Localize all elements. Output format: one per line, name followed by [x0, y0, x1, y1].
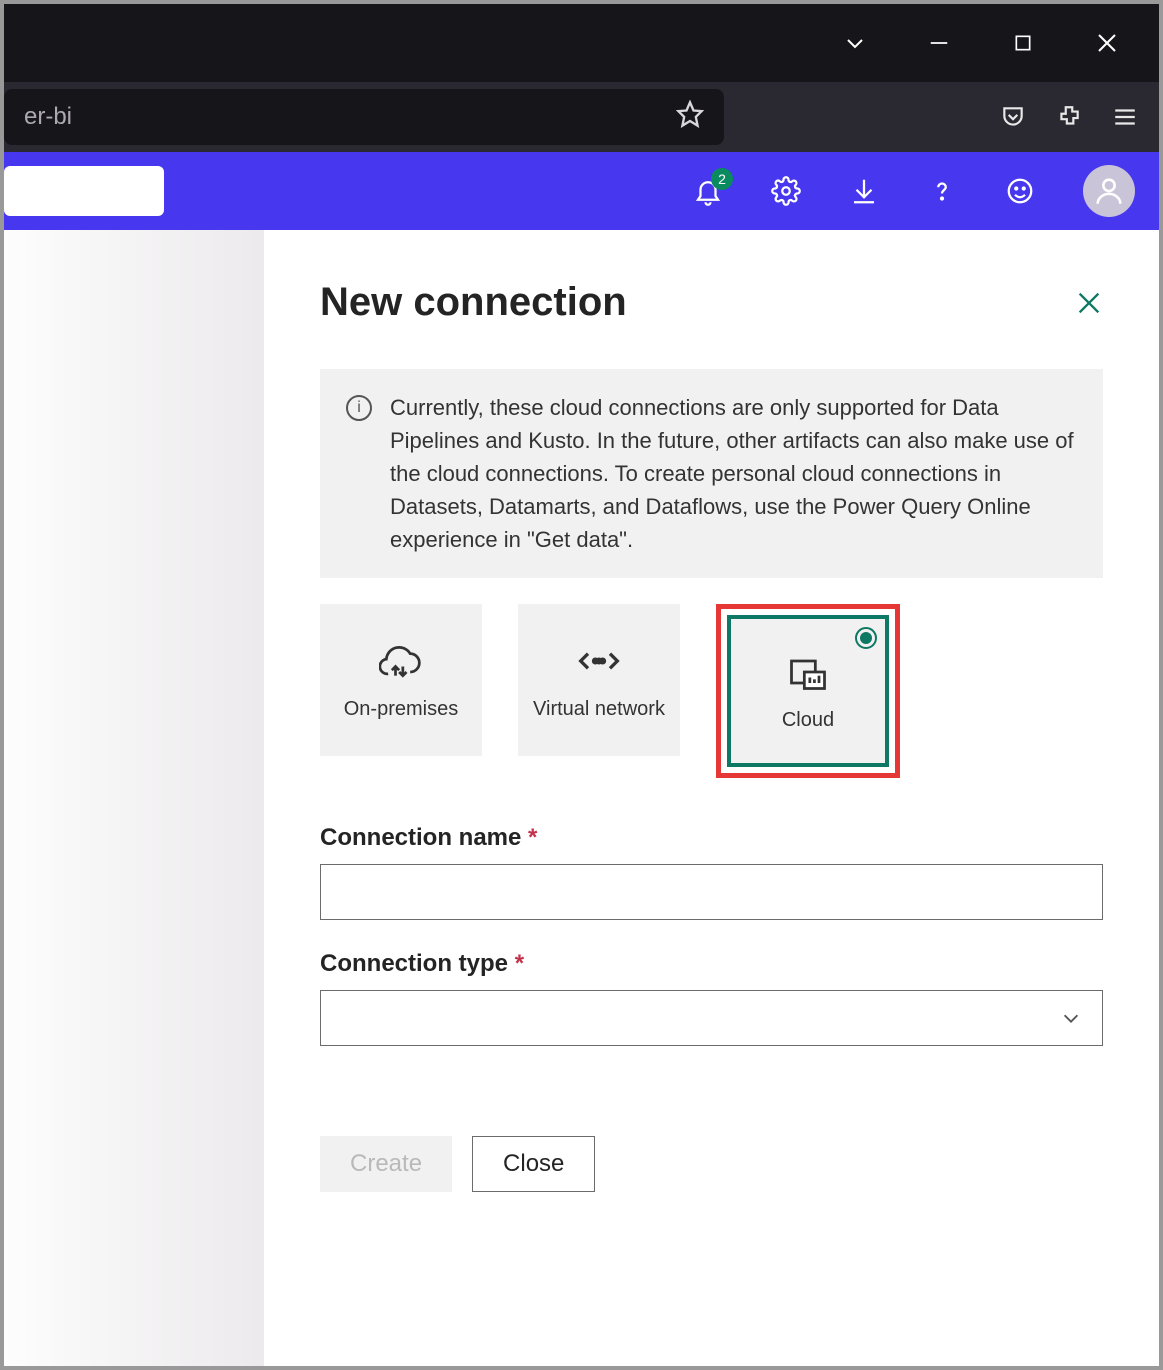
help-icon[interactable]: [927, 176, 957, 206]
tile-label: On-premises: [344, 697, 458, 722]
connection-name-field[interactable]: [320, 864, 1103, 920]
chevron-down-icon: [1060, 1007, 1082, 1029]
close-panel-icon[interactable]: [1075, 289, 1103, 317]
notifications-icon[interactable]: 2: [693, 176, 723, 206]
smiley-icon[interactable]: [1005, 176, 1035, 206]
extensions-icon[interactable]: [1055, 103, 1083, 131]
notification-badge: 2: [711, 168, 733, 190]
close-window-icon[interactable]: [1095, 31, 1119, 55]
app-header: 2: [4, 152, 1159, 230]
connection-type-select[interactable]: [320, 990, 1103, 1046]
tile-label: Virtual network: [533, 697, 665, 722]
info-text: Currently, these cloud connections are o…: [390, 391, 1077, 556]
radio-selected-icon: [855, 627, 877, 649]
chevron-down-icon[interactable]: [843, 31, 867, 55]
star-icon[interactable]: [676, 100, 704, 135]
connection-name-label: Connection name *: [320, 824, 1103, 852]
avatar[interactable]: [1083, 165, 1135, 217]
maximize-icon[interactable]: [1011, 31, 1035, 55]
hamburger-icon[interactable]: [1111, 103, 1139, 131]
gear-icon[interactable]: [771, 176, 801, 206]
tile-virtual-network[interactable]: Virtual network: [518, 604, 680, 756]
tile-label: Cloud: [782, 708, 834, 733]
tile-cloud-highlight: Cloud: [716, 604, 900, 778]
connection-type-label: Connection type *: [320, 950, 1103, 978]
info-message: i Currently, these cloud connections are…: [320, 369, 1103, 578]
url-text: er-bi: [24, 103, 72, 131]
url-input[interactable]: er-bi: [4, 89, 724, 145]
panel-backdrop: [4, 230, 264, 1366]
new-connection-panel: New connection i Currently, these cloud …: [264, 230, 1159, 1366]
minimize-icon[interactable]: [927, 31, 951, 55]
close-button[interactable]: Close: [472, 1136, 595, 1192]
panel-title: New connection: [320, 280, 627, 325]
download-icon[interactable]: [849, 176, 879, 206]
search-input[interactable]: [4, 166, 164, 216]
info-icon: i: [346, 395, 372, 421]
tile-on-premises[interactable]: On-premises: [320, 604, 482, 756]
tile-cloud[interactable]: Cloud: [727, 615, 889, 767]
pocket-icon[interactable]: [999, 103, 1027, 131]
browser-titlebar: [4, 4, 1159, 82]
connection-kind-tiles: On-premises Virtual network Cloud: [320, 604, 1103, 778]
create-button[interactable]: Create: [320, 1136, 452, 1192]
browser-addressbar: er-bi: [4, 82, 1159, 152]
